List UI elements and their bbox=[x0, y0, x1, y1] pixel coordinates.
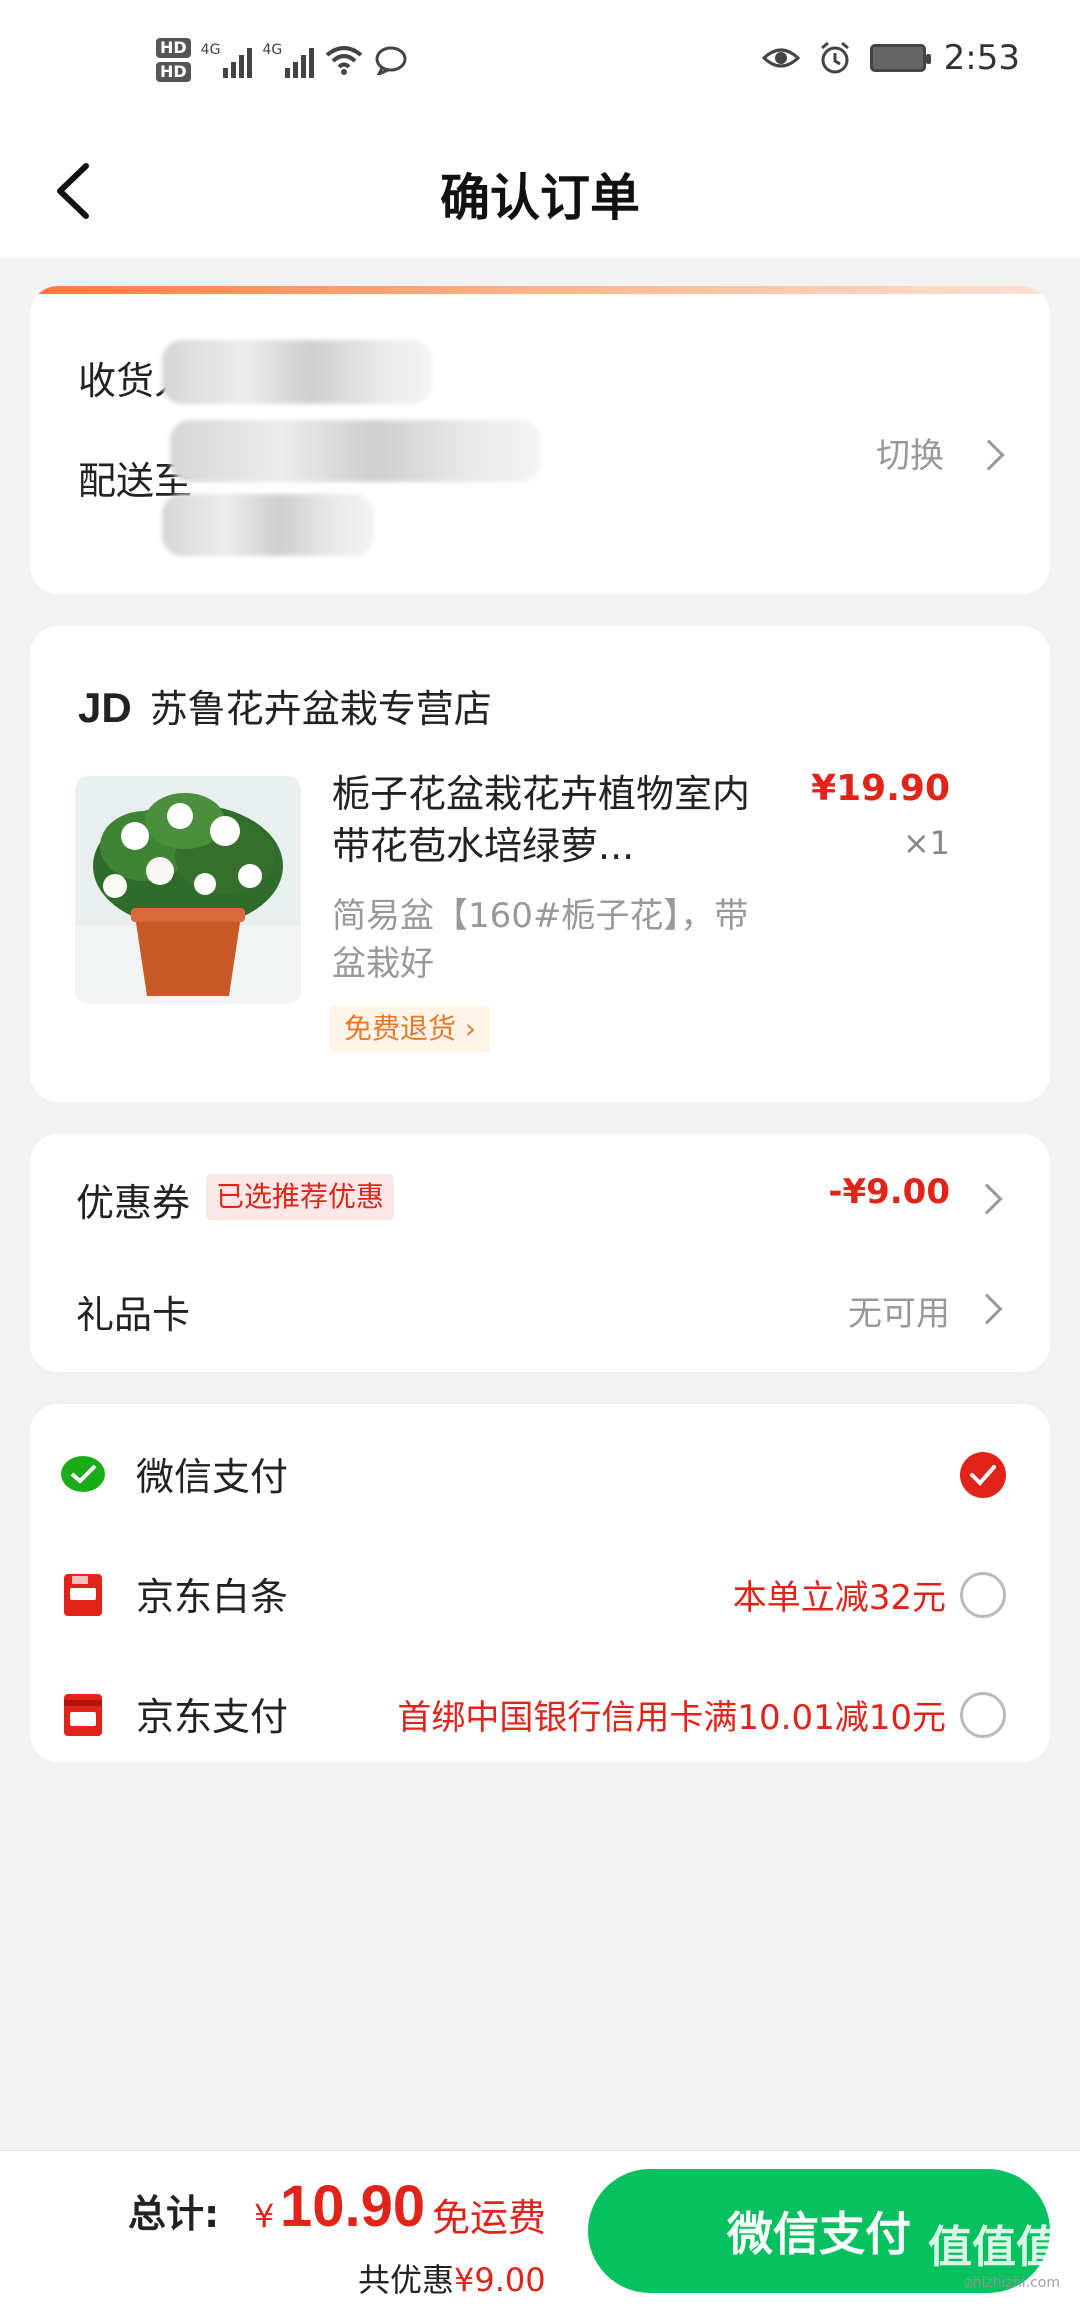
product-card: JD 苏鲁花卉盆栽专营店 栀子花盆栽花卉植物室内带花苞水培绿萝... ¥19.90… bbox=[30, 626, 1050, 1102]
coupon-label: 优惠券 bbox=[76, 1181, 191, 1225]
status-right: 2:53 bbox=[761, 38, 1020, 78]
jd-logo: JD bbox=[78, 684, 132, 731]
radio-checked-icon[interactable] bbox=[960, 1452, 1006, 1498]
sim1-hd-badge: HD bbox=[156, 38, 191, 58]
total-label: 总计: bbox=[128, 2192, 220, 2236]
signal-icon-1: 4G bbox=[201, 42, 253, 78]
signal-icon-2: 4G bbox=[262, 42, 315, 78]
payment-name: 京东支付 bbox=[136, 1695, 289, 1739]
message-icon bbox=[375, 46, 407, 75]
payment-promo: 本单立减32元 bbox=[732, 1578, 946, 1618]
chevron-right-icon bbox=[973, 439, 1005, 471]
discount-card: 优惠券 已选推荐优惠 -¥9.00 礼品卡 无可用 bbox=[30, 1134, 1050, 1372]
radio-unchecked-icon[interactable] bbox=[960, 1692, 1006, 1738]
free-shipping-label: 免运费 bbox=[432, 2196, 547, 2240]
status-bar: HD HD 4G 4G 2:53 bbox=[0, 0, 1080, 120]
gift-card-label: 礼品卡 bbox=[76, 1293, 191, 1337]
product-image[interactable] bbox=[75, 776, 301, 1004]
free-return-label: 免费退货 bbox=[344, 1012, 457, 1045]
status-left: HD HD 4G 4G bbox=[156, 30, 408, 90]
switch-address-link[interactable]: 切换 bbox=[876, 428, 944, 477]
chevron-right-icon[interactable] bbox=[971, 1293, 1003, 1325]
jd-baitiao-icon bbox=[64, 1574, 102, 1616]
nav-bar: 确认订单 bbox=[0, 120, 1080, 258]
wifi-icon bbox=[325, 46, 363, 75]
total-amount: 10.90 bbox=[280, 2174, 426, 2239]
coupon-tag: 已选推荐优惠 bbox=[206, 1174, 395, 1220]
alarm-icon bbox=[820, 41, 849, 74]
recipient-blurred bbox=[162, 340, 432, 404]
total-saved: 共优惠¥9.00 bbox=[358, 2261, 546, 2299]
eye-icon bbox=[761, 48, 800, 68]
radio-unchecked-icon[interactable] bbox=[960, 1572, 1006, 1618]
chevron-right-icon[interactable] bbox=[971, 1183, 1003, 1215]
jd-pay-icon bbox=[64, 1694, 102, 1736]
checkout-bar: 总计: ¥ 10.90 免运费 共优惠¥9.00 微信支付 值值值 zhizhi… bbox=[0, 2150, 1080, 2310]
free-return-badge[interactable]: 免费退货 › bbox=[330, 1006, 491, 1052]
sim2-hd-badge: HD bbox=[156, 62, 191, 82]
battery-icon bbox=[869, 44, 931, 72]
product-title[interactable]: 栀子花盆栽花卉植物室内带花苞水培绿萝... bbox=[332, 768, 752, 872]
clock-time: 2:53 bbox=[943, 38, 1020, 78]
payment-methods-card: 微信支付 京东白条 本单立减32元 京东支付 首绑中国银行信用卡满10.01减1… bbox=[30, 1404, 1050, 1762]
gardenia-plant-image bbox=[75, 776, 301, 1004]
gift-card-value[interactable]: 无可用 bbox=[848, 1286, 950, 1335]
coupon-value[interactable]: -¥9.00 bbox=[828, 1172, 950, 1212]
wechat-pay-icon bbox=[61, 1456, 105, 1492]
payment-name: 微信支付 bbox=[136, 1455, 289, 1499]
address-blurred-line2 bbox=[162, 494, 374, 556]
watermark-logo: 值值值 zhizhizhi.com bbox=[928, 2222, 1060, 2291]
address-card[interactable]: 收货人 配送至 切换 bbox=[30, 286, 1050, 594]
product-price: ¥19.90 bbox=[811, 768, 950, 809]
sim-badges: HD HD bbox=[156, 38, 191, 82]
chevron-right-icon: › bbox=[464, 1012, 477, 1045]
address-accent-bar bbox=[30, 286, 1050, 294]
payment-option-wechat[interactable]: 微信支付 bbox=[30, 1426, 1050, 1526]
shop-name: 苏鲁花卉盆栽专营店 bbox=[149, 687, 492, 731]
product-quantity: ×1 bbox=[902, 824, 950, 862]
shop-header[interactable]: JD 苏鲁花卉盆栽专营店 bbox=[78, 678, 492, 733]
total-currency: ¥ bbox=[254, 2197, 275, 2235]
payment-name: 京东白条 bbox=[136, 1575, 289, 1619]
payment-promo: 首绑中国银行信用卡满10.01减10元 bbox=[397, 1698, 946, 1738]
payment-option-baitiao[interactable]: 京东白条 本单立减32元 bbox=[30, 1546, 1050, 1646]
product-spec: 简易盆【160#栀子花】，带盆栽好 bbox=[332, 896, 749, 984]
page-title: 确认订单 bbox=[440, 169, 640, 227]
payment-option-jdpay[interactable]: 京东支付 首绑中国银行信用卡满10.01减10元 bbox=[30, 1666, 1050, 1762]
address-blurred-line1 bbox=[170, 420, 540, 482]
